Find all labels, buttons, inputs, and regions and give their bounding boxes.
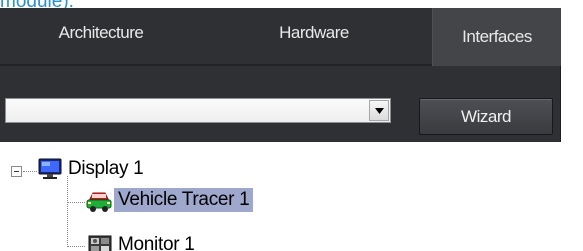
tree-connector	[67, 176, 68, 247]
tab-hardware[interactable]: Hardware	[239, 8, 389, 58]
config-panel: Architecture Hardware Interfaces Wizard	[0, 8, 561, 142]
chevron-down-icon	[374, 107, 384, 114]
page: module). Architecture Hardware Interface…	[0, 0, 583, 251]
object-type-select[interactable]	[5, 98, 391, 123]
collapse-toggle[interactable]	[11, 166, 22, 177]
tree-node-display[interactable]: Display 1	[68, 158, 144, 180]
tab-interfaces[interactable]: Interfaces	[432, 8, 561, 66]
monitor-icon	[88, 235, 112, 251]
tree-connector	[67, 202, 85, 203]
wizard-button[interactable]: Wizard	[419, 98, 553, 135]
tree-node-monitor[interactable]: Monitor 1	[118, 234, 195, 251]
vehicle-icon	[86, 192, 112, 212]
tab-bar: Architecture Hardware Interfaces	[0, 8, 561, 66]
tree-connector	[67, 246, 85, 247]
tree-connector	[23, 171, 37, 172]
display-icon	[38, 158, 62, 179]
dropdown-button[interactable]	[369, 100, 389, 121]
tree-node-vehicle-tracer[interactable]: Vehicle Tracer 1	[114, 188, 254, 212]
tab-divider	[0, 64, 432, 66]
tab-architecture[interactable]: Architecture	[26, 8, 176, 58]
object-tree: Display 1 Vehicle Tracer 1 Monitor 1	[0, 142, 583, 251]
